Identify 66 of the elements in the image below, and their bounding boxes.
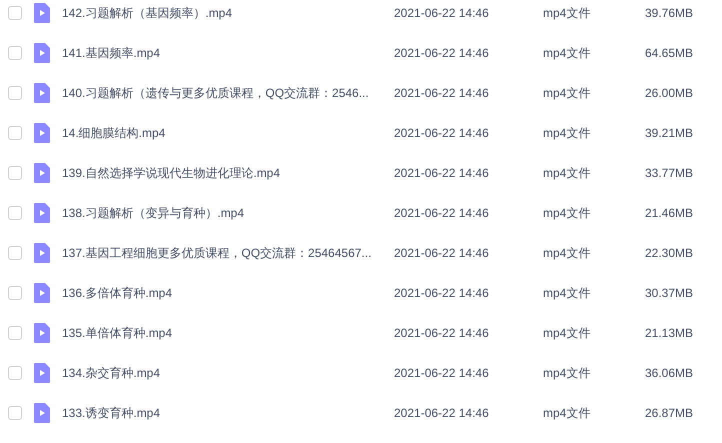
file-name[interactable]: 135.单倍体育种.mp4	[62, 324, 394, 342]
video-file-icon	[34, 203, 50, 223]
file-size: 33.77MB	[644, 166, 693, 180]
file-name[interactable]: 140.习题解析（遗传与更多优质课程，QQ交流群：2546...	[62, 84, 394, 102]
file-name[interactable]: 14.细胞膜结构.mp4	[62, 124, 394, 142]
file-name[interactable]: 139.自然选择学说现代生物进化理论.mp4	[62, 164, 394, 182]
checkbox[interactable]	[8, 246, 22, 260]
checkbox[interactable]	[8, 86, 22, 100]
modified-date: 2021-06-22 14:46	[394, 46, 490, 60]
video-file-icon	[34, 3, 50, 23]
modified-date: 2021-06-22 14:46	[394, 206, 490, 220]
modified-date: 2021-06-22 14:46	[394, 126, 490, 140]
modified-date: 2021-06-22 14:46	[394, 406, 490, 420]
file-size: 30.37MB	[644, 286, 693, 300]
checkbox[interactable]	[8, 166, 22, 180]
checkbox[interactable]	[8, 286, 22, 300]
modified-date: 2021-06-22 14:46	[394, 286, 490, 300]
file-size: 26.87MB	[644, 406, 693, 420]
video-file-icon	[34, 283, 50, 303]
modified-date: 2021-06-22 14:46	[394, 86, 490, 100]
video-file-icon	[34, 123, 50, 143]
modified-date: 2021-06-22 14:46	[394, 166, 490, 180]
file-size: 26.00MB	[644, 86, 693, 100]
video-file-icon	[34, 243, 50, 263]
video-file-icon	[34, 363, 50, 383]
video-file-icon	[34, 323, 50, 343]
file-name[interactable]: 142.习题解析（基因频率）.mp4	[62, 4, 394, 22]
checkbox[interactable]	[8, 6, 22, 20]
file-name[interactable]: 134.杂交育种.mp4	[62, 364, 394, 382]
file-size: 21.13MB	[644, 326, 693, 340]
file-type: mp4文件	[543, 204, 592, 222]
file-size: 64.65MB	[644, 46, 693, 60]
file-type: mp4文件	[543, 364, 592, 382]
checkbox[interactable]	[8, 406, 22, 420]
video-file-icon	[34, 83, 50, 103]
modified-date: 2021-06-22 14:46	[394, 6, 490, 20]
file-type: mp4文件	[543, 404, 592, 422]
file-type: mp4文件	[543, 164, 592, 182]
modified-date: 2021-06-22 14:46	[394, 246, 490, 260]
file-type: mp4文件	[543, 84, 592, 102]
file-type: mp4文件	[543, 284, 592, 302]
file-name[interactable]: 141.基因频率.mp4	[62, 44, 394, 62]
file-type: mp4文件	[543, 244, 592, 262]
modified-date: 2021-06-22 14:46	[394, 366, 490, 380]
checkbox[interactable]	[8, 206, 22, 220]
file-size: 39.21MB	[644, 126, 693, 140]
video-file-icon	[34, 403, 50, 423]
file-size: 39.76MB	[644, 6, 693, 20]
checkbox[interactable]	[8, 366, 22, 380]
file-type: mp4文件	[543, 44, 592, 62]
file-type: mp4文件	[543, 324, 592, 342]
checkbox[interactable]	[8, 326, 22, 340]
file-size: 22.30MB	[644, 246, 693, 260]
video-file-icon	[34, 43, 50, 63]
modified-date: 2021-06-22 14:46	[394, 326, 490, 340]
file-name[interactable]: 137.基因工程细胞更多优质课程，QQ交流群：25464567...	[62, 244, 394, 262]
file-name[interactable]: 136.多倍体育种.mp4	[62, 284, 394, 302]
video-file-icon	[34, 163, 50, 183]
file-size: 21.46MB	[644, 206, 693, 220]
file-type: mp4文件	[543, 4, 592, 22]
checkbox[interactable]	[8, 126, 22, 140]
checkbox[interactable]	[8, 46, 22, 60]
file-size: 36.06MB	[644, 366, 693, 380]
file-type: mp4文件	[543, 124, 592, 142]
file-name[interactable]: 133.诱变育种.mp4	[62, 404, 394, 422]
file-name[interactable]: 138.习题解析（变异与育种）.mp4	[62, 204, 394, 222]
